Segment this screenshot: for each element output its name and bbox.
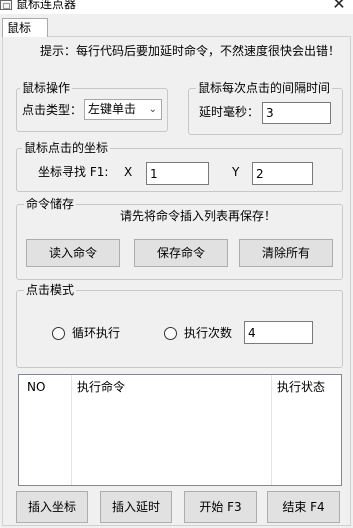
- start-button[interactable]: 开始 F3: [184, 491, 257, 523]
- interval-legend: 鼠标每次点击的间隔时间: [196, 81, 333, 95]
- save-commands-button[interactable]: 保存命令: [134, 239, 228, 267]
- times-radio[interactable]: [164, 327, 177, 340]
- loop-radio[interactable]: [52, 327, 65, 340]
- coords-legend: 鼠标点击的坐标: [22, 141, 111, 155]
- times-input[interactable]: [244, 321, 313, 344]
- commands-legend: 命令储存: [24, 197, 77, 211]
- y-label: Y: [232, 165, 240, 179]
- command-list[interactable]: NO 执行命令 执行状态: [18, 374, 342, 486]
- column-divider: [271, 375, 272, 485]
- column-header-no[interactable]: NO: [27, 375, 45, 401]
- tab-mouse[interactable]: 鼠标: [2, 18, 48, 37]
- app-icon: [0, 0, 12, 10]
- column-header-command[interactable]: 执行命令: [77, 375, 125, 401]
- times-label: 执行次数: [184, 326, 233, 340]
- hint-text: 提示：每行代码后要加延时命令，不然速度很快会出错！: [40, 44, 341, 58]
- read-commands-button[interactable]: 读入命令: [26, 239, 120, 267]
- mouse-op-legend: 鼠标操作: [20, 81, 73, 95]
- column-divider: [71, 375, 72, 485]
- delay-input[interactable]: [262, 102, 331, 124]
- column-header-status[interactable]: 执行状态: [277, 375, 325, 401]
- click-type-select[interactable]: 左键单击 ⌄: [84, 99, 162, 120]
- end-button[interactable]: 结束 F4: [267, 491, 340, 523]
- click-type-label: 点击类型：: [22, 103, 83, 117]
- loop-label: 循环执行: [72, 326, 121, 340]
- delay-label: 延时毫秒：: [199, 105, 260, 119]
- x-label: X: [124, 165, 133, 179]
- click-mode-legend: 点击模式: [24, 283, 77, 297]
- close-button[interactable]: ✕: [326, 0, 352, 14]
- click-type-value: 左键单击: [88, 102, 137, 116]
- y-input[interactable]: [252, 162, 313, 185]
- insert-delay-button[interactable]: 插入延时: [100, 491, 172, 523]
- clear-all-button[interactable]: 清除所有: [239, 239, 333, 267]
- commands-note: 请先将命令插入列表再保存！: [120, 209, 277, 223]
- chevron-down-icon: ⌄: [148, 104, 157, 115]
- coord-find-label: 坐标寻找 F1:: [38, 165, 109, 179]
- x-input[interactable]: [146, 162, 209, 185]
- insert-coord-button[interactable]: 插入坐标: [16, 491, 88, 523]
- window-title: 鼠标连点器: [16, 0, 77, 11]
